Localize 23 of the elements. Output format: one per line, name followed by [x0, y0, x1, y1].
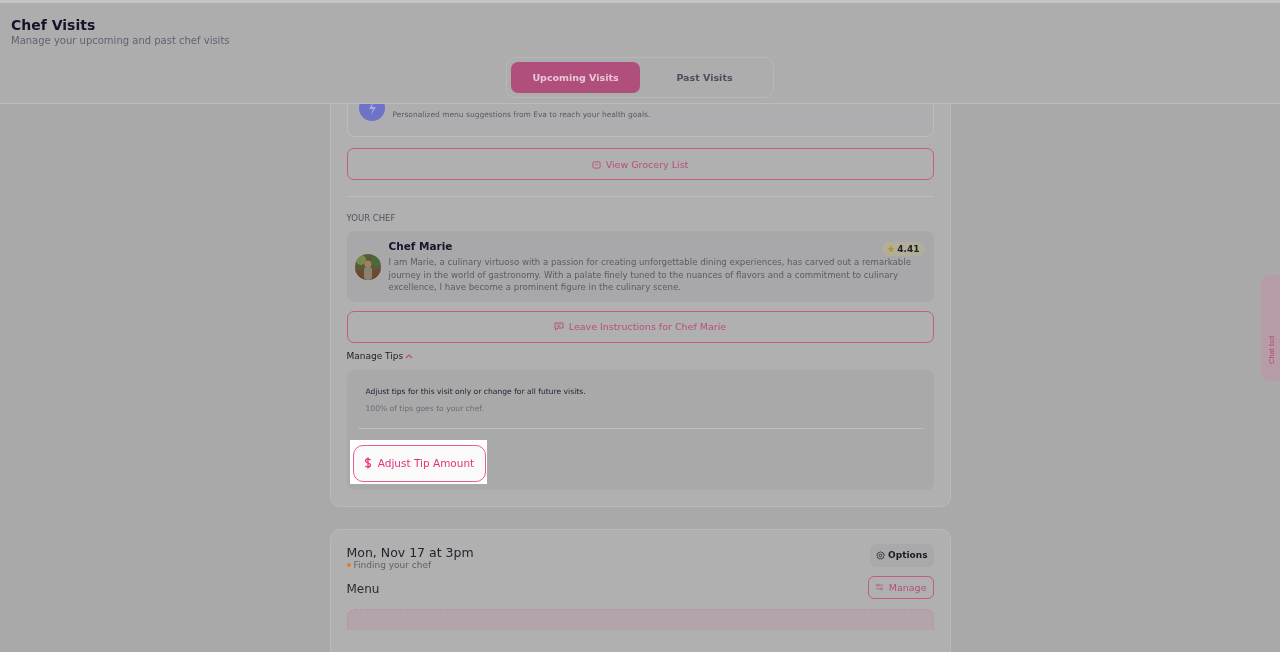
sliders-icon [874, 583, 884, 591]
grocery-list-button[interactable]: View Grocery List [346, 148, 934, 180]
chef-name: Chef Marie [388, 240, 453, 252]
tab[interactable]: Past Visits [640, 62, 769, 93]
visit-date: Mon, Nov 17 at 3pm [346, 544, 474, 560]
manage-tips-toggle[interactable]: Manage Tips [346, 350, 414, 361]
bag-icon [591, 159, 601, 169]
tab[interactable]: Upcoming Visits [511, 62, 640, 93]
star-icon [887, 245, 896, 253]
leave-instructions-button[interactable]: Leave Instructions for Chef Marie [346, 310, 934, 343]
chevron-up-icon [405, 352, 414, 359]
page-subtitle: Manage your upcoming and past chef visits [11, 34, 231, 48]
rating-badge: 4.41 [882, 242, 925, 256]
status-text: Finding your chef [353, 559, 432, 570]
adjust-tip-button[interactable]: Adjust Tip Amount [352, 444, 486, 482]
menu-heading: Menu [346, 581, 380, 596]
settings-icon [876, 550, 886, 560]
message-icon [553, 322, 564, 331]
dollar-icon [363, 457, 372, 469]
manage-button[interactable]: Manage [867, 575, 934, 599]
page-title: Chef Visits [11, 16, 97, 34]
section-label: YOUR CHEF [346, 213, 397, 223]
options-button[interactable]: Options [870, 543, 934, 567]
